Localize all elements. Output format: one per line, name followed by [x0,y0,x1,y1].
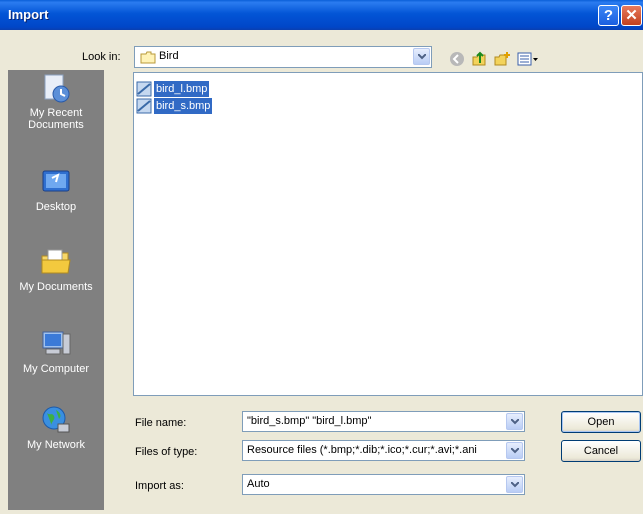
chevron-down-icon[interactable] [506,413,523,430]
place-my-documents[interactable]: My Documents [8,246,104,293]
back-icon[interactable] [449,51,465,67]
place-label: My Recent Documents [28,107,84,131]
views-menu-icon[interactable] [517,51,539,67]
files-of-type-value: Resource files (*.bmp;*.dib;*.ico;*.cur;… [247,444,477,456]
my-documents-icon [41,249,71,274]
file-name-field[interactable]: "bird_s.bmp" "bird_l.bmp" [242,411,525,432]
file-name: bird_s.bmp [154,98,213,114]
open-button[interactable]: Open [561,411,641,433]
window-title: Import [8,7,49,22]
import-as-value: Auto [247,478,270,490]
file-name-value: "bird_s.bmp" "bird_l.bmp" [247,415,372,427]
cancel-button[interactable]: Cancel [561,440,641,462]
chevron-down-icon[interactable] [413,48,430,65]
help-button[interactable]: ? [598,5,619,26]
import-as-label: Import as: [135,480,184,492]
recent-documents-icon [44,74,70,103]
look-in-value: Bird [159,50,179,62]
look-in-label: Look in: [82,51,121,63]
place-label: My Network [26,439,86,451]
place-label: Desktop [35,201,77,213]
file-name-label: File name: [135,417,187,429]
title-bar[interactable]: Import ? ✕ [0,0,643,30]
look-in-dropdown[interactable]: Bird [134,46,432,68]
file-name: bird_l.bmp [154,81,210,97]
folder-icon [140,51,156,64]
bitmap-file-icon [136,81,152,97]
chevron-down-icon[interactable] [506,476,523,493]
file-list[interactable]: bird_l.bmp bird_s.bmp [133,72,643,396]
up-folder-icon[interactable] [471,51,487,67]
chevron-down-icon[interactable] [506,442,523,459]
desktop-icon [42,170,70,192]
close-button[interactable]: ✕ [621,5,642,26]
place-my-network[interactable]: My Network [8,404,104,451]
import-dialog: Import ? ✕ Look in: Bird My Recent Docum… [0,0,643,514]
place-label: My Computer [22,363,90,375]
my-network-icon [42,406,70,433]
import-as-dropdown[interactable]: Auto [242,474,525,495]
place-label: My Documents [19,281,93,293]
place-desktop[interactable]: Desktop [8,166,104,213]
bitmap-file-icon [136,98,152,114]
files-of-type-dropdown[interactable]: Resource files (*.bmp;*.dib;*.ico;*.cur;… [242,440,525,461]
my-computer-icon [42,331,71,355]
places-bar: My Recent Documents Desktop My Documents… [8,70,104,510]
new-folder-icon[interactable] [494,51,510,67]
place-recent-documents[interactable]: My Recent Documents [8,72,104,131]
files-of-type-label: Files of type: [135,446,198,458]
place-my-computer[interactable]: My Computer [8,328,104,375]
